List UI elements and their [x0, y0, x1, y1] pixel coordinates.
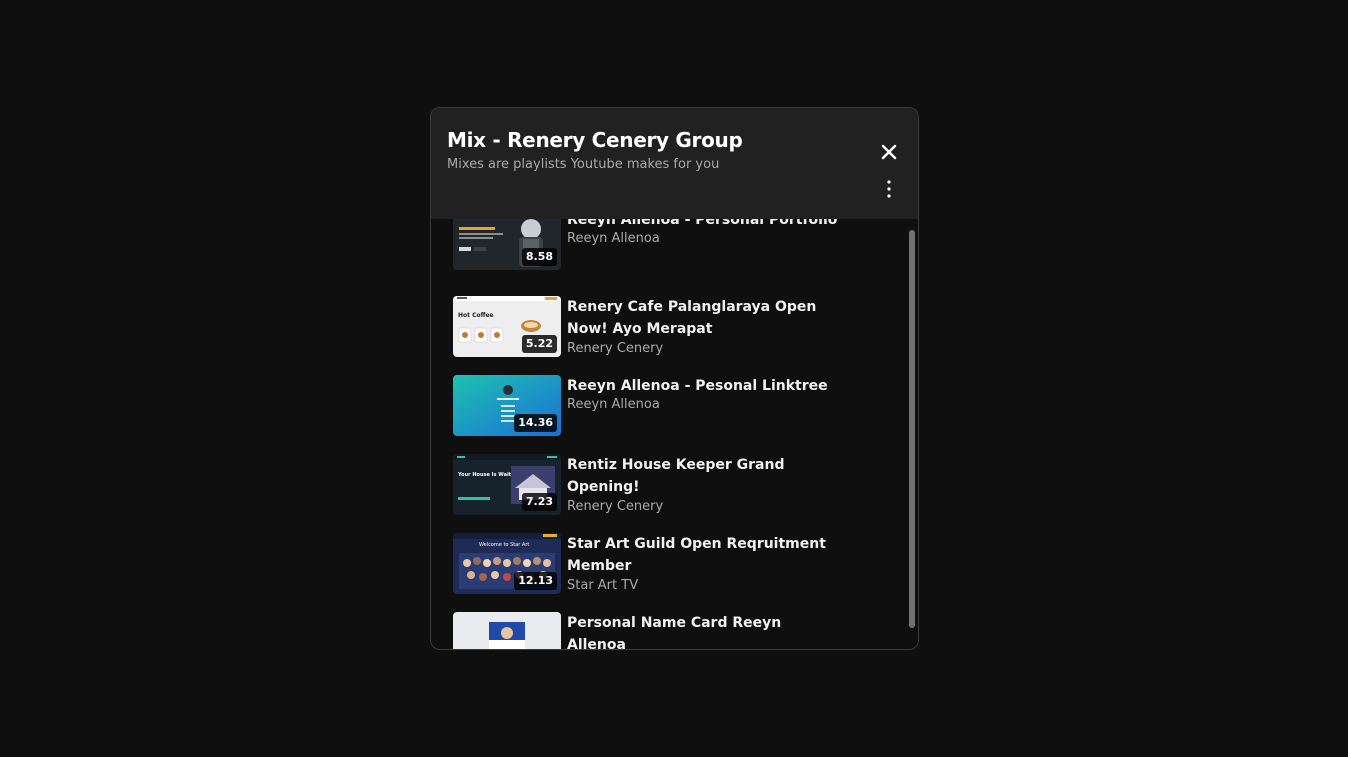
video-thumbnail[interactable]: 14.36 [453, 375, 561, 436]
video-channel[interactable]: Renery Cenery [567, 498, 663, 516]
video-title[interactable]: Rentiz House Keeper Grand Opening! [567, 454, 842, 498]
video-thumbnail[interactable]: Your House Is Waiting For You! 7.23 [453, 454, 561, 515]
video-thumbnail[interactable] [453, 612, 561, 649]
playlist-items: 8.58 Reeyn Allenoa - Personal Portfolio … [431, 219, 918, 649]
playlist-item[interactable]: Hot Coffee 5.22 Renery Cafe Palanglaraya… [453, 296, 893, 358]
video-channel[interactable]: Star Art TV [567, 577, 638, 595]
video-duration: 5.22 [521, 335, 557, 353]
video-thumbnail[interactable]: 8.58 [453, 219, 561, 270]
playlist-item[interactable]: 14.36 Reeyn Allenoa - Pesonal Linktree R… [453, 375, 893, 437]
video-title[interactable]: Personal Name Card Reeyn Allenoa [567, 612, 842, 649]
video-duration: 12.13 [514, 572, 557, 590]
video-title[interactable]: Reeyn Allenoa - Pesonal Linktree [567, 375, 842, 397]
video-duration: 8.58 [521, 248, 557, 266]
video-title[interactable]: Star Art Guild Open Reqruitment Member [567, 533, 842, 577]
more-vert-icon [887, 180, 891, 198]
playlist-title: Mix - Renery Cenery Group [447, 128, 743, 152]
close-button[interactable] [877, 140, 901, 164]
thumbnail-guild-text: Welcome to Star Art [479, 542, 529, 548]
playlist-panel: Mix - Renery Cenery Group Mixes are play… [430, 107, 919, 650]
playlist-subtitle: Mixes are playlists Youtube makes for yo… [447, 157, 720, 172]
playlist-item[interactable]: 8.58 Reeyn Allenoa - Personal Portfolio … [453, 219, 893, 271]
video-channel[interactable]: Reeyn Allenoa [567, 230, 660, 248]
video-title[interactable]: Renery Cafe Palanglaraya Open Now! Ayo M… [567, 296, 842, 340]
more-actions-button[interactable] [877, 177, 901, 201]
close-icon [881, 144, 897, 160]
video-channel[interactable]: Renery Cenery [567, 340, 663, 358]
playlist-item[interactable]: Your House Is Waiting For You! 7.23 Rent… [453, 454, 893, 516]
video-duration: 14.36 [514, 414, 557, 432]
playlist-header: Mix - Renery Cenery Group Mixes are play… [431, 108, 918, 219]
playlist-item[interactable]: Personal Name Card Reeyn Allenoa [453, 612, 893, 649]
video-thumbnail[interactable]: Welcome to Star Art 12.13 [453, 533, 561, 594]
namecard-thumbnail-image [453, 612, 561, 649]
playlist-scrollbar[interactable] [909, 230, 915, 628]
playlist-item[interactable]: Welcome to Star Art 12.13 Star Art Guild… [453, 533, 893, 595]
video-duration: 7.23 [521, 493, 557, 511]
thumbnail-coffee-text: Hot Coffee [458, 312, 494, 319]
video-thumbnail[interactable]: Hot Coffee 5.22 [453, 296, 561, 357]
video-channel[interactable]: Reeyn Allenoa [567, 396, 660, 414]
